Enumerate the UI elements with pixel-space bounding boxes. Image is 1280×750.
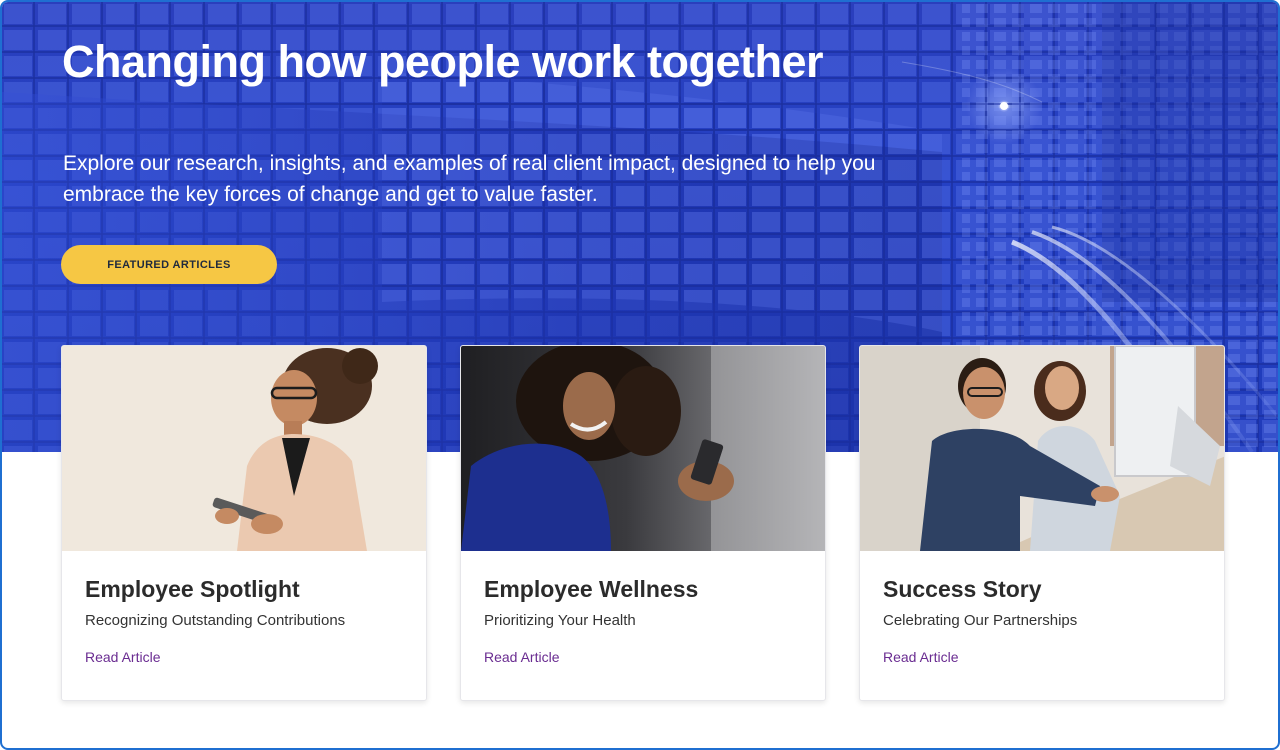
card-title: Employee Spotlight [85, 576, 300, 602]
card-image-woman-with-tablet [62, 346, 426, 551]
hero-subtitle: Explore our research, insights, and exam… [63, 152, 876, 206]
card-image-woman-with-phone [461, 346, 825, 551]
card-title: Employee Wellness [484, 576, 699, 602]
article-card-employee-wellness[interactable]: Employee Wellness Prioritizing Your Heal… [460, 345, 826, 701]
card-subtitle: Recognizing Outstanding Contributions [85, 612, 346, 629]
page-frame: Changing how people work together Explor… [0, 0, 1280, 750]
read-article-link[interactable]: Read Article [484, 649, 559, 665]
hero-title: Changing how people work together [62, 36, 824, 87]
article-card-employee-spotlight[interactable]: Employee Spotlight Recognizing Outstandi… [61, 345, 427, 701]
card-subtitle: Celebrating Our Partnerships [883, 612, 1078, 629]
card-subtitle: Prioritizing Your Health [484, 612, 636, 629]
card-image-coworkers-at-computer [860, 346, 1224, 551]
card-title: Success Story [883, 576, 1042, 602]
read-article-link[interactable]: Read Article [883, 649, 958, 665]
woman-with-phone-photo [461, 346, 825, 551]
read-article-link[interactable]: Read Article [85, 649, 160, 665]
featured-articles-button[interactable]: FEATURED ARTICLES [61, 245, 277, 284]
woman-with-tablet-photo [62, 346, 426, 551]
article-card-success-story[interactable]: Success Story Celebrating Our Partnershi… [859, 345, 1225, 701]
coworkers-at-computer-photo [860, 346, 1224, 551]
